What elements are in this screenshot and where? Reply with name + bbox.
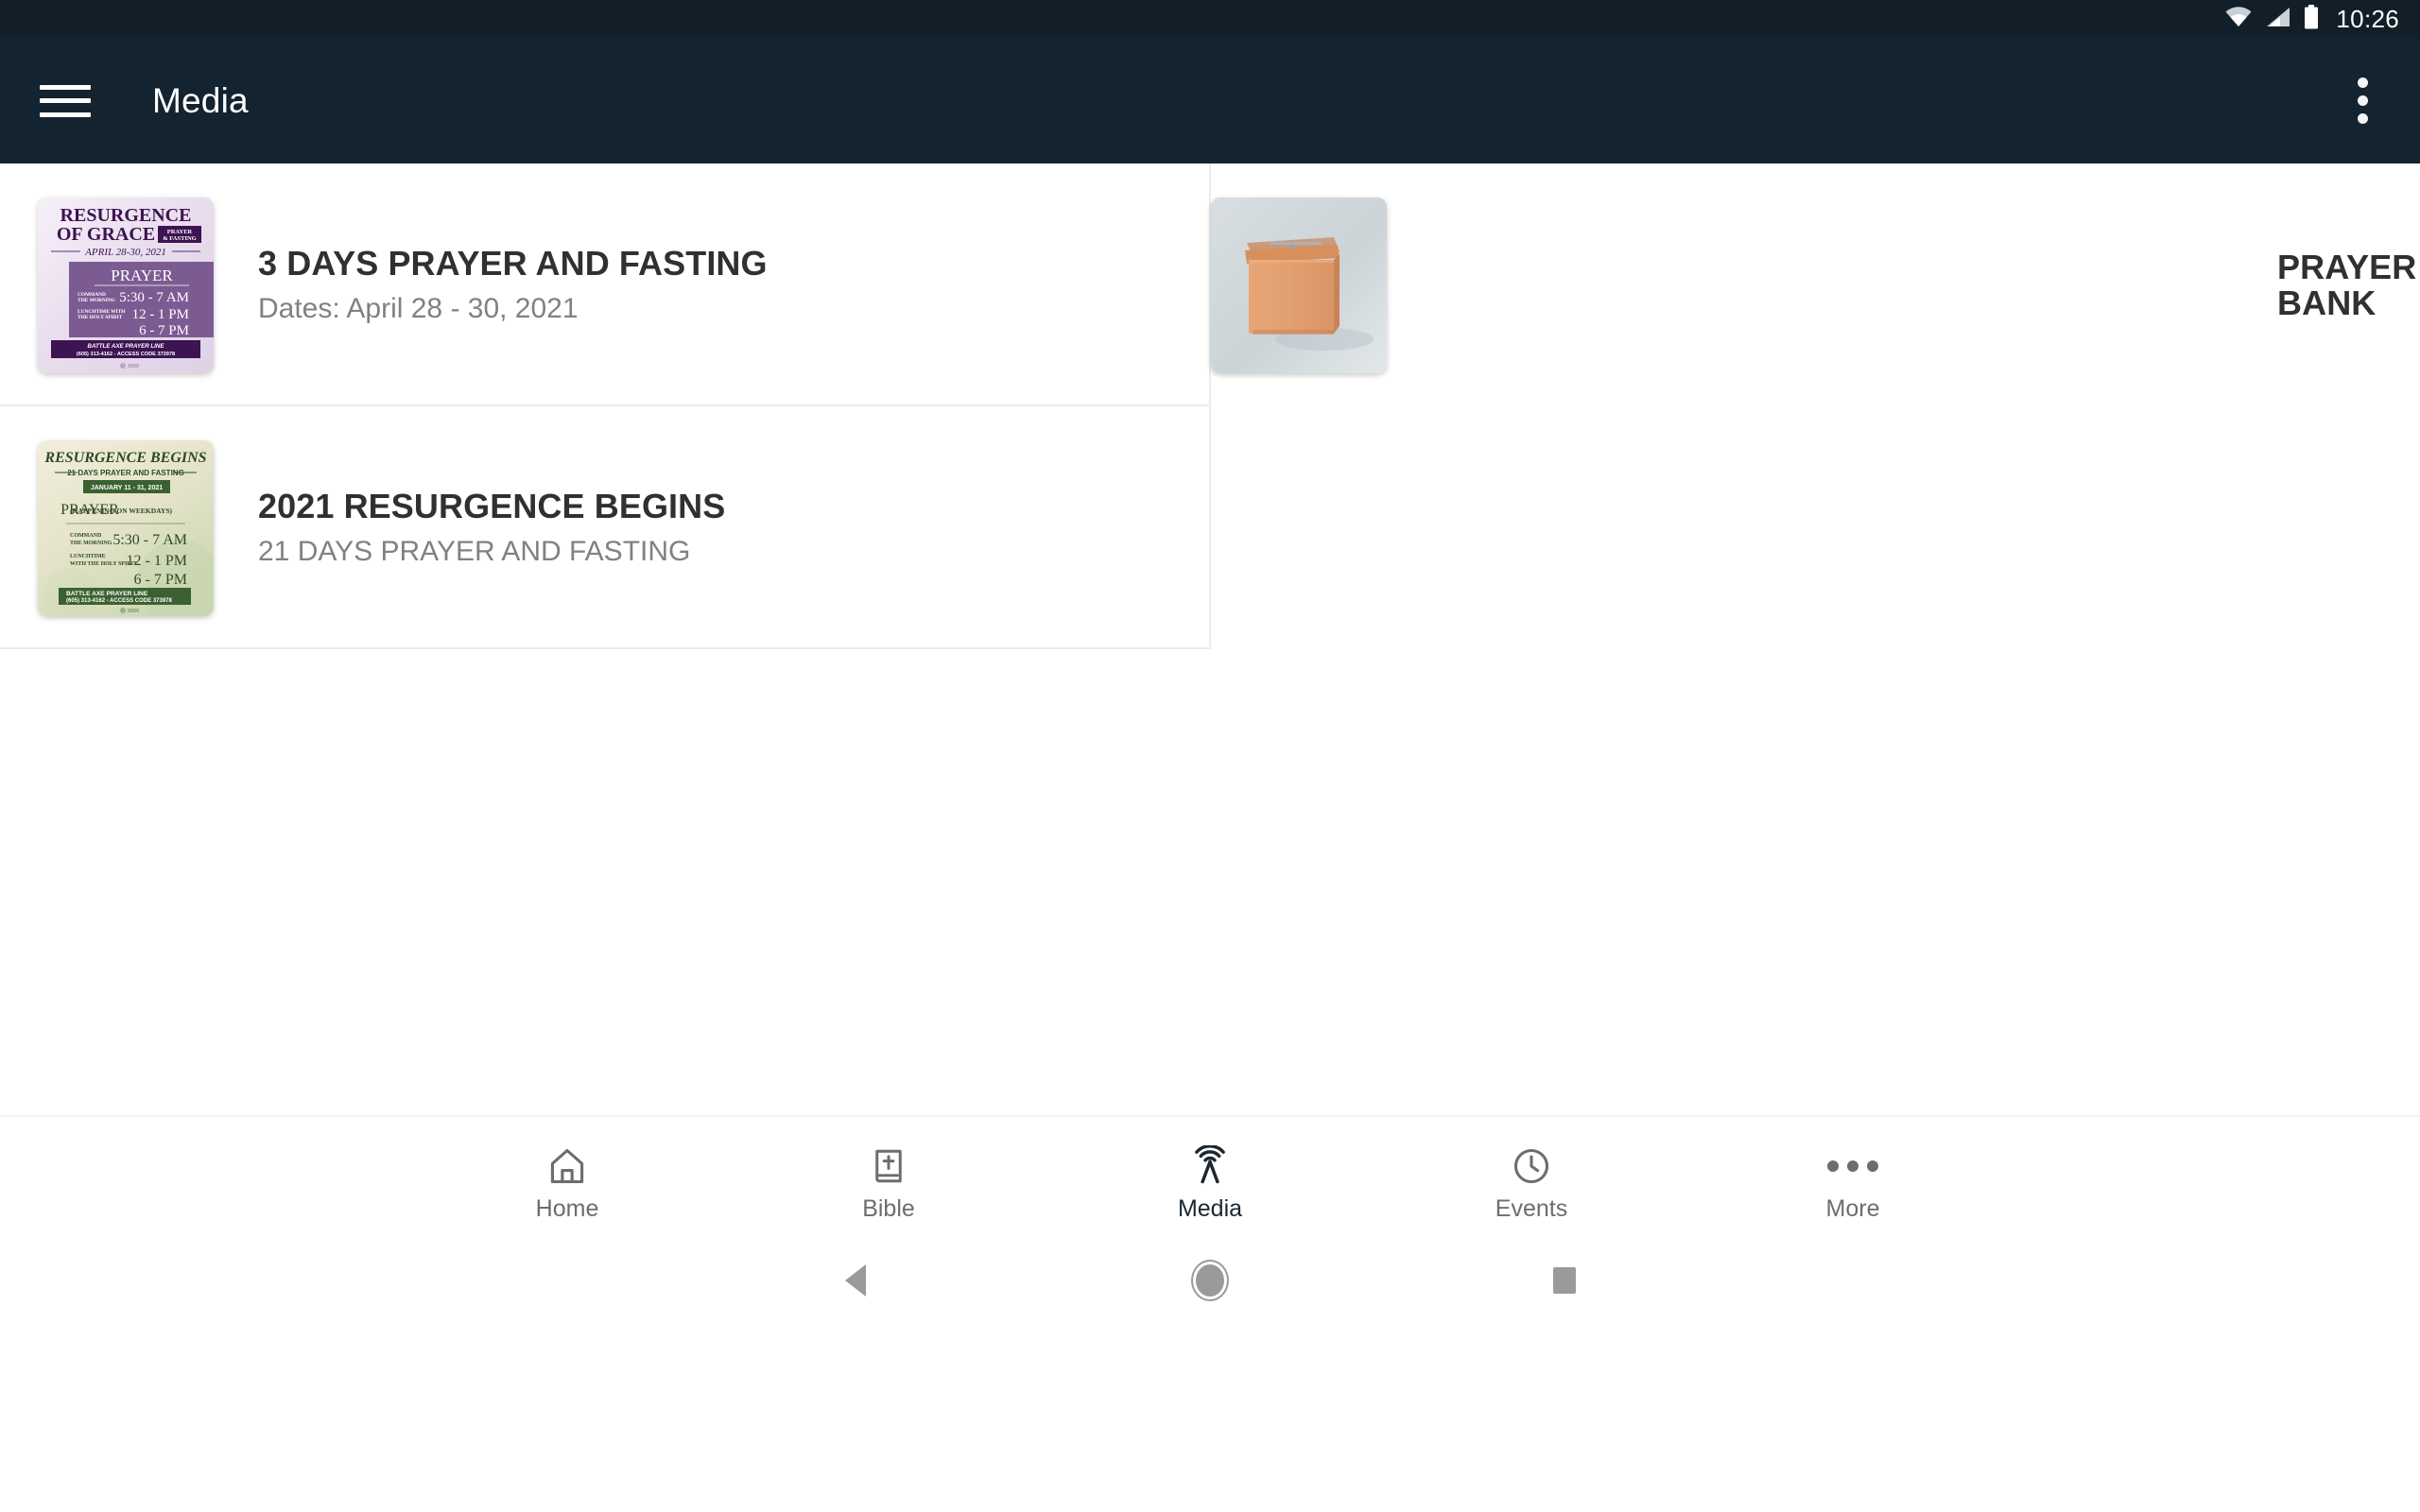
svg-text:THE HOLY SPIRIT: THE HOLY SPIRIT — [78, 315, 123, 320]
svg-text:PRAYER: PRAYER — [167, 229, 193, 235]
status-bar-icons — [2224, 4, 2319, 34]
home-circle-icon[interactable] — [1158, 1247, 1262, 1314]
prayer-bank-wooden-box-thumbnail — [1211, 197, 1387, 373]
tab-bible[interactable]: Bible — [728, 1116, 1049, 1248]
svg-text:(605) 313-4162 - ACCESS CODE 3: (605) 313-4162 - ACCESS CODE 373978 — [77, 352, 175, 357]
tab-events[interactable]: Events — [1371, 1116, 1692, 1248]
hamburger-menu-icon[interactable] — [40, 81, 91, 121]
overflow-menu-icon[interactable] — [2329, 59, 2395, 144]
svg-text:21 DAYS PRAYER AND FASTING: 21 DAYS PRAYER AND FASTING — [67, 469, 184, 477]
svg-text:JANUARY 11 - 31, 2021: JANUARY 11 - 31, 2021 — [91, 485, 163, 491]
svg-text:(HAPPENING ON WEEKDAYS): (HAPPENING ON WEEKDAYS) — [70, 507, 172, 515]
android-status-bar: 10:26 — [0, 0, 2420, 38]
tab-label-events: Events — [1495, 1194, 1568, 1222]
svg-text:(605) 313-4162 - ACCESS CODE 3: (605) 313-4162 - ACCESS CODE 373978 — [66, 598, 172, 604]
back-triangle-icon[interactable] — [804, 1247, 908, 1314]
broadcast-icon — [1189, 1144, 1231, 1188]
home-icon — [546, 1144, 588, 1188]
media-item-text: 3 DAYS PRAYER AND FASTING Dates: April 2… — [258, 246, 796, 323]
more-dots-icon — [1827, 1144, 1878, 1188]
svg-text:RESURGENCE: RESURGENCE — [60, 205, 192, 226]
svg-text:OF GRACE: OF GRACE — [57, 224, 155, 245]
page-title: Media — [152, 80, 249, 120]
media-list-item[interactable]: PRAYER BANK — [1211, 163, 2420, 406]
system-nav-buttons — [804, 1247, 1616, 1314]
media-list-item[interactable]: RESURGENCE BEGINS 21 DAYS PRAYER AND FAS… — [0, 406, 1211, 649]
tab-label-home: Home — [535, 1194, 599, 1222]
media-item-text: 2021 RESURGENCE BEGINS 21 DAYS PRAYER AN… — [258, 489, 753, 566]
svg-text:6 - 7 PM: 6 - 7 PM — [134, 572, 187, 588]
wifi-icon — [2224, 6, 2253, 33]
media-item-title: PRAYER BANK — [2277, 247, 2417, 322]
svg-text:& FASTING: & FASTING — [163, 235, 196, 242]
media-content-area: RESURGENCE OF GRACE PRAYER & FASTING APR… — [0, 163, 2420, 1314]
tab-home[interactable]: Home — [406, 1116, 728, 1248]
svg-text:6 - 7 PM: 6 - 7 PM — [139, 323, 189, 338]
svg-text:5:30 - 7 AM: 5:30 - 7 AM — [119, 290, 189, 305]
resurgence-of-grace-flyer-thumbnail: RESURGENCE OF GRACE PRAYER & FASTING APR… — [38, 197, 214, 373]
media-item-text: PRAYER BANK — [2277, 249, 2420, 321]
bible-book-icon — [869, 1144, 908, 1188]
tab-label-media: Media — [1177, 1194, 1243, 1222]
svg-text:12 - 1 PM: 12 - 1 PM — [127, 553, 187, 569]
battery-icon — [2304, 4, 2319, 34]
svg-text:LUNCHTIME: LUNCHTIME — [70, 554, 106, 559]
svg-text:THE MORNING: THE MORNING — [78, 298, 116, 303]
tab-label-more: More — [1825, 1194, 1880, 1222]
media-item-subtitle: Dates: April 28 - 30, 2021 — [258, 293, 579, 325]
svg-text:12 - 1 PM: 12 - 1 PM — [132, 307, 189, 322]
svg-text:BATTLE AXE PRAYER LINE: BATTLE AXE PRAYER LINE — [87, 343, 164, 350]
cellular-signal-icon — [2265, 6, 2291, 33]
media-list-item[interactable]: RESURGENCE OF GRACE PRAYER & FASTING APR… — [0, 163, 1211, 406]
svg-text:RESURGENCE BEGINS: RESURGENCE BEGINS — [43, 450, 206, 466]
app-bar: Media — [0, 38, 2420, 163]
bottom-tab-bar: Home Bible Media Events More — [0, 1115, 2420, 1247]
tab-more[interactable]: More — [1692, 1116, 2014, 1248]
media-grid-empty-cell — [1211, 406, 2420, 649]
svg-text:PRAYER: PRAYER — [111, 266, 173, 284]
media-item-title: 3 DAYS PRAYER AND FASTING — [258, 244, 768, 284]
svg-text:THE MORNING: THE MORNING — [70, 541, 112, 546]
android-system-nav-bar — [0, 1247, 2420, 1314]
recents-square-icon[interactable] — [1512, 1247, 1616, 1314]
media-grid: RESURGENCE OF GRACE PRAYER & FASTING APR… — [0, 163, 2420, 649]
tab-label-bible: Bible — [862, 1194, 915, 1222]
media-item-subtitle: 21 DAYS PRAYER AND FASTING — [258, 536, 691, 568]
tab-media[interactable]: Media — [1049, 1116, 1371, 1248]
media-item-title: 2021 RESURGENCE BEGINS — [258, 487, 726, 526]
clock-icon — [1511, 1144, 1552, 1188]
status-bar-clock: 10:26 — [2336, 5, 2399, 33]
resurgence-begins-flyer-thumbnail: RESURGENCE BEGINS 21 DAYS PRAYER AND FAS… — [38, 439, 214, 616]
svg-text:COMMAND: COMMAND — [70, 533, 102, 539]
svg-text:5:30 - 7 AM: 5:30 - 7 AM — [112, 532, 187, 548]
svg-text:BATTLE AXE PRAYER LINE: BATTLE AXE PRAYER LINE — [66, 591, 148, 597]
svg-text:APRIL 28-30, 2021: APRIL 28-30, 2021 — [84, 247, 166, 258]
